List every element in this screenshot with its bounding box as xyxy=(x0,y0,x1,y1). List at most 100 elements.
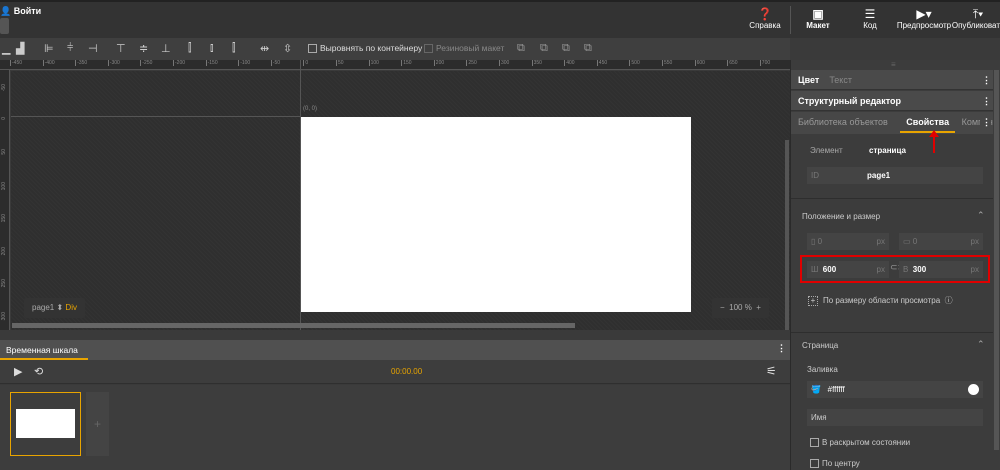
timeline-controls: ▶ ⟲ 00:00.00 ⚟ xyxy=(0,360,790,384)
play-icon[interactable]: ▶ xyxy=(14,365,22,378)
help-circle-icon[interactable]: ⓘ xyxy=(945,296,953,305)
width-label: Ш xyxy=(811,265,819,274)
timeline-settings-icon[interactable]: ⚟ xyxy=(766,364,777,378)
login-button[interactable]: 👤 Войти xyxy=(0,6,41,17)
collapse-icon[interactable]: ⌃ xyxy=(977,210,985,221)
ruler-tick-label: 200 xyxy=(1,246,7,255)
fit-viewport-button[interactable]: + По размеру области просмотра ⓘ xyxy=(808,295,953,306)
frame-thumbnail[interactable] xyxy=(10,392,81,456)
align-top-icon[interactable]: ⊤ xyxy=(116,42,126,55)
align-bottom-icon[interactable]: ▁ xyxy=(2,42,10,55)
unit: px xyxy=(876,237,885,246)
page-section[interactable]: Страница xyxy=(802,341,838,350)
ruler-tick-label: 600 xyxy=(694,60,705,66)
expanded-state-checkbox[interactable]: В раскрытом состоянии xyxy=(810,438,910,448)
structure-editor-title: Структурный редактор xyxy=(798,96,901,106)
fit-container-checkbox[interactable]: Выровнять по контейнеру xyxy=(308,43,422,54)
panel-drag-handle[interactable]: ≡ xyxy=(891,60,896,69)
help-button[interactable]: ❓ Справка xyxy=(735,7,795,30)
ruler-tick-label: -100 xyxy=(238,60,251,66)
ruler-tick-label: 150 xyxy=(401,60,412,66)
tab-text[interactable]: Текст xyxy=(829,75,852,85)
menu-icon[interactable]: ⋮ xyxy=(982,91,991,111)
sidebar-toggle[interactable] xyxy=(0,18,9,34)
preview-label: Предпросмотр xyxy=(896,21,952,30)
id-value: page1 xyxy=(867,171,891,180)
align-toolbar: ▁ ▟ ⊫ ⫩ ⊣ ⊤ ≑ ⊥ ⫿ ⫾ ⫿ ⇹ ⇳ Выровнять по к… xyxy=(0,38,790,60)
fit-viewport-label: По размеру области просмотра xyxy=(823,296,941,305)
ruler-tick-label: 0 xyxy=(303,60,309,66)
horizontal-scrollbar[interactable] xyxy=(12,323,575,328)
help-icon: ❓ xyxy=(757,7,773,21)
distribute-right-icon[interactable]: ⫿ xyxy=(232,42,236,55)
preview-play-icon: ▶▾ xyxy=(916,7,932,21)
panel-scrollbar[interactable] xyxy=(994,70,999,450)
vertical-scrollbar[interactable] xyxy=(785,140,789,330)
menu-icon[interactable]: ⋮ xyxy=(980,112,991,132)
ruler-tick-label: 150 xyxy=(1,214,7,223)
width-value: 600 xyxy=(822,265,837,274)
space-h-icon[interactable]: ⇹ xyxy=(260,42,269,55)
zoom-out-button[interactable]: − xyxy=(720,303,725,312)
page-canvas[interactable] xyxy=(301,117,691,312)
align-center-h-icon[interactable]: ⫩ xyxy=(67,42,73,55)
ruler-tick-label: 50 xyxy=(336,60,344,66)
tab-properties[interactable]: Свойства xyxy=(900,117,956,133)
centered-checkbox[interactable]: По центру xyxy=(810,459,860,469)
send-back-icon[interactable]: ⧉ xyxy=(584,42,592,55)
ruler-tick-label: -350 xyxy=(75,60,88,66)
bring-front-icon[interactable]: ⧉ xyxy=(562,42,570,55)
element-breadcrumb[interactable]: page1 ⬍ Div xyxy=(24,298,85,318)
preview-button[interactable]: ▶▾ Предпросмотр xyxy=(894,7,954,30)
code-label: Код xyxy=(863,21,877,30)
loop-icon[interactable]: ⟲ xyxy=(34,365,43,378)
add-frame-button[interactable]: + xyxy=(86,392,109,456)
tab-color[interactable]: Цвет xyxy=(798,75,819,85)
align-middle-icon[interactable]: ≑ xyxy=(139,42,148,55)
color-swatch[interactable] xyxy=(968,384,979,395)
structure-editor-header[interactable]: Структурный редактор ⋮ xyxy=(791,91,993,111)
menu-icon[interactable]: ⋮ xyxy=(982,70,991,90)
ruler-tick-label: 350 xyxy=(531,60,542,66)
tab-timeline[interactable]: Временная шкала xyxy=(0,340,88,360)
rubber-layout-checkbox[interactable]: Резиновый макет xyxy=(424,43,504,54)
timeline-menu-icon[interactable]: ⋮ xyxy=(777,343,786,354)
ruler-tick-label: -250 xyxy=(140,60,153,66)
ruler-tick-label: 50 xyxy=(1,149,7,155)
x-icon: ▯ xyxy=(811,237,816,246)
align-bottom2-icon[interactable]: ⊥ xyxy=(161,42,171,55)
align-bottom-edge-icon[interactable]: ▟ xyxy=(16,42,24,55)
align-right-icon[interactable]: ⊣ xyxy=(88,42,98,55)
color-text-header: Цвет Текст ⋮ xyxy=(791,70,993,90)
fill-field[interactable]: 🪣 #ffffff xyxy=(807,381,983,398)
timeline-frames: + xyxy=(0,385,790,470)
height-field[interactable]: В 300 px xyxy=(899,261,983,278)
panel-tabs: Библиотека объектов Свойства Компоненты … xyxy=(791,112,993,134)
tab-object-library[interactable]: Библиотека объектов xyxy=(798,117,888,127)
user-icon: 👤 xyxy=(0,6,12,16)
space-v-icon[interactable]: ⇳ xyxy=(283,42,292,55)
position-size-section[interactable]: Положение и размер xyxy=(802,212,880,221)
x-field[interactable]: ▯ 0 px xyxy=(807,233,889,250)
y-field[interactable]: ▭ 0 px xyxy=(899,233,983,250)
centered-label: По центру xyxy=(822,459,860,468)
code-button[interactable]: ☰ Код xyxy=(840,7,900,30)
distribute-left-icon[interactable]: ⫿ xyxy=(188,42,192,55)
code-lines-icon: ☰ xyxy=(864,7,876,21)
align-left-icon[interactable]: ⊫ xyxy=(44,42,54,55)
height-value: 300 xyxy=(912,265,927,274)
send-backward-icon[interactable]: ⧉ xyxy=(540,42,548,55)
bring-forward-icon[interactable]: ⧉ xyxy=(517,42,525,55)
collapse-icon[interactable]: ⌃ xyxy=(977,339,985,350)
publish-button[interactable]: ⤒▾ Опубликовать xyxy=(948,7,1000,30)
unit: px xyxy=(876,265,885,274)
zoom-in-button[interactable]: + xyxy=(756,303,761,312)
element-type: Div xyxy=(65,303,77,312)
distribute-center-icon[interactable]: ⫾ xyxy=(210,42,214,55)
origin-guide-horizontal xyxy=(11,116,301,117)
id-field[interactable]: ID page1 xyxy=(807,167,983,184)
name-field[interactable]: Имя xyxy=(807,409,983,426)
layout-button[interactable]: ▣ Макет xyxy=(788,7,848,30)
updown-icon: ⬍ xyxy=(56,303,64,312)
width-field[interactable]: Ш 600 px xyxy=(807,261,889,278)
